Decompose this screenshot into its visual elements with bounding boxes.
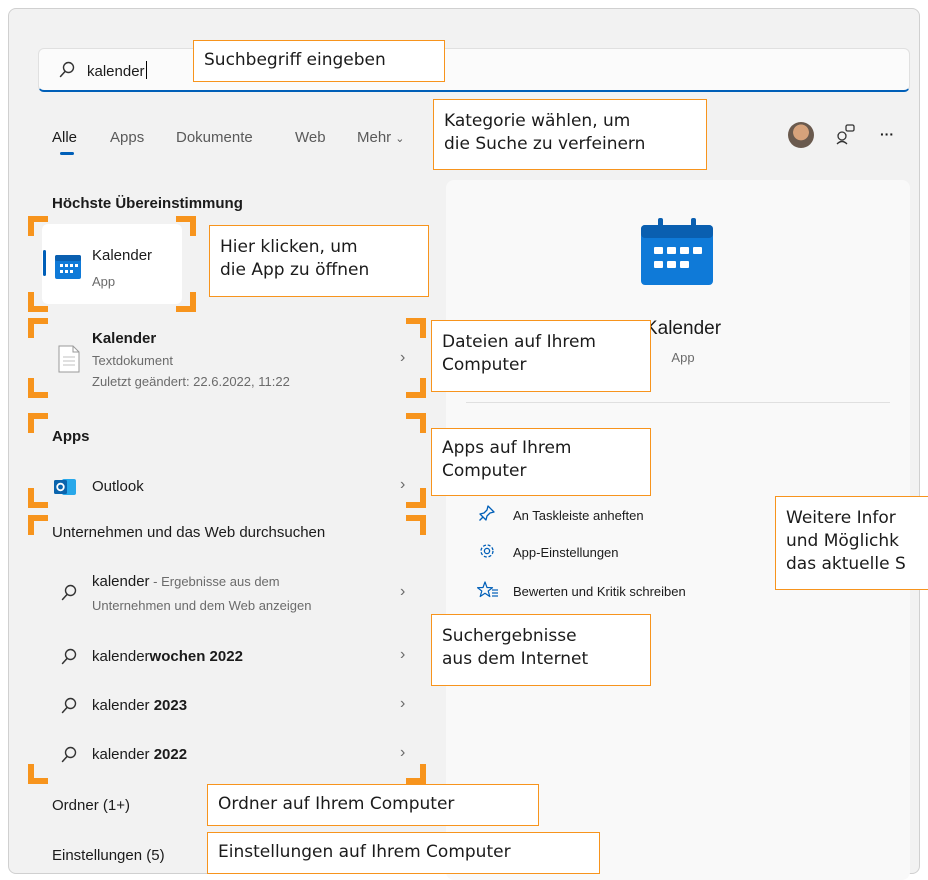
gear-icon[interactable] bbox=[478, 542, 496, 565]
web-result-4-term: kalender bbox=[92, 746, 154, 763]
text-caret bbox=[145, 61, 147, 79]
tab-documents[interactable]: Dokumente bbox=[176, 129, 253, 146]
avatar[interactable] bbox=[788, 122, 814, 148]
chevron-right-icon[interactable]: › bbox=[400, 476, 405, 494]
highlight-corner bbox=[28, 318, 48, 338]
selection-indicator bbox=[43, 250, 46, 276]
web-result-2-suffix: wochen 2022 bbox=[149, 648, 243, 665]
search-input[interactable]: kalender bbox=[87, 61, 147, 80]
document-type: Textdokument bbox=[92, 353, 173, 368]
highlight-corner bbox=[28, 216, 48, 236]
web-result-2[interactable]: kalenderwochen 2022 bbox=[92, 648, 243, 665]
highlight-corner bbox=[176, 216, 196, 236]
chevron-right-icon[interactable]: › bbox=[400, 646, 405, 664]
highlight-corner bbox=[28, 378, 48, 398]
highlight-corner bbox=[176, 292, 196, 312]
callout-search: Suchbegriff eingeben bbox=[193, 40, 445, 82]
pin-to-taskbar-action[interactable]: An Taskleiste anheften bbox=[513, 508, 644, 523]
rate-and-review-action[interactable]: Bewerten und Kritik schreiben bbox=[513, 584, 686, 599]
callout-category: Kategorie wählen, um die Suche zu verfei… bbox=[433, 99, 707, 170]
callout-web: Suchergebnisse aus dem Internet bbox=[431, 614, 651, 686]
star-list-icon[interactable] bbox=[476, 581, 499, 604]
calendar-app-icon bbox=[54, 252, 82, 285]
tab-web[interactable]: Web bbox=[295, 129, 326, 146]
search-icon bbox=[61, 697, 77, 720]
search-icon bbox=[61, 648, 77, 671]
divider bbox=[466, 402, 890, 403]
highlight-corner bbox=[406, 378, 426, 398]
search-icon bbox=[59, 61, 75, 84]
web-result-4[interactable]: kalender 2022 bbox=[92, 746, 187, 763]
best-match-heading: Höchste Übereinstimmung bbox=[52, 195, 243, 212]
web-result-1[interactable]: kalender - Ergebnisse aus dem bbox=[92, 573, 280, 590]
highlight-corner bbox=[406, 515, 426, 535]
web-result-3-suffix: 2023 bbox=[153, 697, 188, 714]
chevron-down-icon: ⌄ bbox=[395, 133, 405, 145]
share-icon[interactable] bbox=[836, 123, 856, 150]
web-result-1-term: kalender bbox=[92, 573, 150, 590]
settings-heading[interactable]: Einstellungen (5) bbox=[52, 847, 165, 864]
chevron-right-icon[interactable]: › bbox=[400, 583, 405, 601]
highlight-corner bbox=[406, 488, 426, 508]
web-result-1-line2: Unternehmen und dem Web anzeigen bbox=[92, 598, 312, 613]
more-options-button[interactable]: ··· bbox=[880, 126, 894, 142]
highlight-corner bbox=[406, 318, 426, 338]
highlight-corner bbox=[28, 413, 48, 433]
text-document-icon[interactable] bbox=[58, 345, 80, 378]
web-result-4-suffix: 2022 bbox=[153, 746, 188, 763]
callout-folders: Ordner auf Ihrem Computer bbox=[207, 784, 539, 826]
highlight-corner bbox=[28, 515, 48, 535]
document-modified: Zuletzt geändert: 22.6.2022, 11:22 bbox=[92, 374, 290, 389]
callout-open-app: Hier klicken, um die App zu öffnen bbox=[209, 225, 429, 297]
web-search-heading: Unternehmen und das Web durchsuchen bbox=[52, 524, 326, 541]
web-result-3-term: kalender bbox=[92, 697, 154, 714]
callout-apps: Apps auf Ihrem Computer bbox=[431, 428, 651, 496]
outlook-label[interactable]: Outlook bbox=[92, 478, 144, 495]
chevron-right-icon[interactable]: › bbox=[400, 349, 405, 367]
highlight-corner bbox=[406, 764, 426, 784]
callout-settings: Einstellungen auf Ihrem Computer bbox=[207, 832, 600, 874]
search-icon bbox=[61, 746, 77, 769]
tab-more-label: Mehr bbox=[357, 129, 392, 146]
app-settings-action[interactable]: App-Einstellungen bbox=[513, 545, 619, 560]
tab-more[interactable]: Mehr ⌄ bbox=[357, 129, 404, 146]
outlook-icon[interactable] bbox=[54, 477, 76, 502]
highlight-corner bbox=[28, 488, 48, 508]
highlight-corner bbox=[28, 292, 48, 312]
web-result-2-term: kalender bbox=[92, 648, 150, 665]
folders-heading[interactable]: Ordner (1+) bbox=[52, 797, 130, 814]
web-result-1-suffix: - Ergebnisse aus dem bbox=[149, 574, 280, 589]
search-box[interactable]: kalender bbox=[38, 48, 910, 92]
search-icon bbox=[61, 584, 77, 607]
tab-active-indicator bbox=[60, 152, 74, 155]
tab-apps[interactable]: Apps bbox=[110, 129, 144, 146]
chevron-right-icon[interactable]: › bbox=[400, 744, 405, 762]
tab-all[interactable]: Alle bbox=[52, 129, 77, 146]
best-match-title: Kalender bbox=[92, 247, 153, 264]
apps-heading: Apps bbox=[52, 428, 90, 445]
document-title[interactable]: Kalender bbox=[92, 330, 156, 347]
web-result-3[interactable]: kalender 2023 bbox=[92, 697, 187, 714]
pin-icon[interactable] bbox=[478, 504, 496, 527]
callout-more-info: Weitere Infor und Möglichk das aktuelle … bbox=[775, 496, 928, 590]
calendar-app-large-icon bbox=[640, 217, 714, 292]
chevron-right-icon[interactable]: › bbox=[400, 695, 405, 713]
callout-files: Dateien auf Ihrem Computer bbox=[431, 320, 651, 392]
highlight-corner bbox=[28, 764, 48, 784]
best-match-subtitle: App bbox=[92, 274, 116, 289]
highlight-corner bbox=[406, 413, 426, 433]
